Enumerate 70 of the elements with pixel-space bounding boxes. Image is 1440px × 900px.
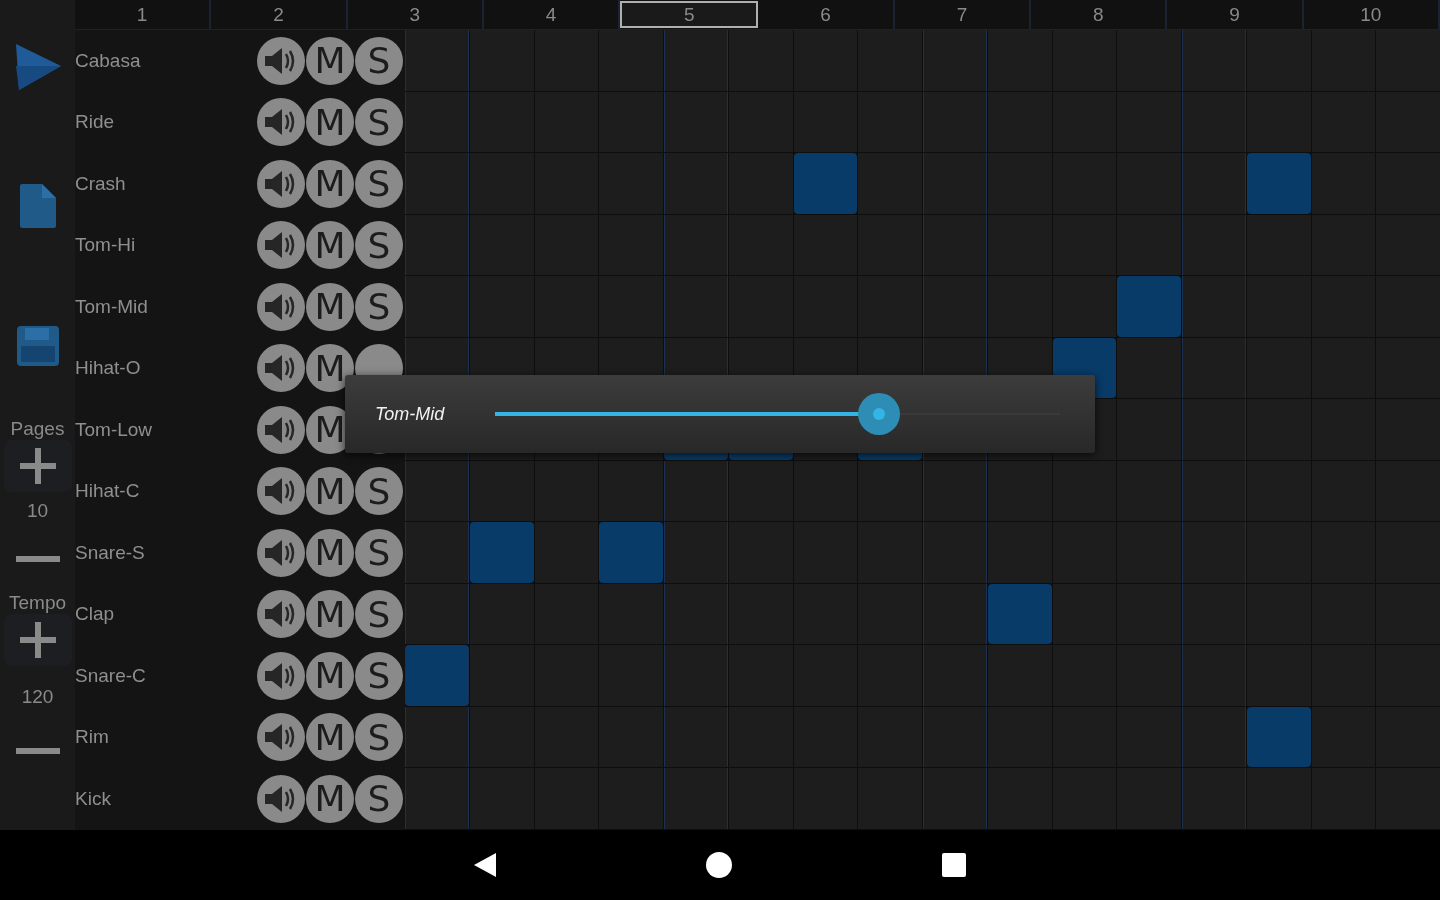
- mute-button[interactable]: M: [306, 98, 354, 147]
- solo-button[interactable]: S: [355, 159, 403, 208]
- mute-button[interactable]: M: [306, 221, 354, 270]
- minus-icon[interactable]: [15, 748, 60, 754]
- volume-button[interactable]: [257, 159, 305, 208]
- solo-button[interactable]: S: [355, 590, 403, 639]
- mute-button[interactable]: M: [306, 713, 354, 762]
- track-name: Crash: [75, 171, 127, 196]
- mute-button[interactable]: M: [306, 590, 354, 639]
- track-name: Tom-Hi: [75, 233, 137, 258]
- track-name: Kick: [75, 786, 112, 811]
- solo-button[interactable]: S: [355, 467, 403, 516]
- tempo-value: 120: [21, 686, 54, 708]
- solo-button[interactable]: S: [355, 221, 403, 270]
- volume-button[interactable]: [257, 713, 305, 762]
- volume-button[interactable]: [257, 651, 305, 700]
- track-label: Tom-Mid: [375, 403, 446, 425]
- mute-button[interactable]: M: [306, 159, 354, 208]
- page-tab[interactable]: 5: [620, 1, 759, 28]
- solo-button[interactable]: S: [355, 713, 403, 762]
- mute-button[interactable]: M: [306, 528, 354, 577]
- minus-icon[interactable]: [15, 556, 60, 562]
- mute-button[interactable]: M: [306, 467, 354, 516]
- solo-button[interactable]: S: [355, 98, 403, 147]
- volume-button[interactable]: [257, 221, 305, 270]
- track-name: Cabasa: [75, 48, 142, 73]
- recents-icon[interactable]: [942, 853, 966, 877]
- mute-button[interactable]: M: [306, 36, 354, 85]
- track-name: Snare-C: [75, 663, 147, 688]
- solo-button[interactable]: S: [355, 282, 403, 331]
- track-name: Tom-Mid: [75, 294, 149, 319]
- track-name: Snare-S: [75, 540, 146, 565]
- mute-button[interactable]: M: [306, 344, 354, 393]
- solo-button[interactable]: S: [355, 528, 403, 577]
- page-tab[interactable]: 1: [75, 0, 212, 29]
- page-tab[interactable]: 2: [211, 0, 348, 29]
- volume-button[interactable]: [257, 344, 305, 393]
- mute-button[interactable]: M: [306, 774, 354, 823]
- slider-thumb[interactable]: [858, 393, 901, 435]
- track-name: Hihat-C: [75, 479, 141, 504]
- file-icon[interactable]: [19, 184, 56, 228]
- solo-button[interactable]: S: [355, 774, 403, 823]
- volume-button[interactable]: [257, 36, 305, 85]
- track-name: Clap: [75, 602, 116, 627]
- home-icon[interactable]: [706, 852, 732, 878]
- pages-label: Pages: [10, 418, 65, 440]
- volume-button[interactable]: [257, 98, 305, 147]
- volume-button[interactable]: [257, 405, 305, 454]
- volume-button[interactable]: [257, 282, 305, 331]
- volume-slider[interactable]: [495, 392, 1060, 436]
- track-name: Rim: [75, 725, 110, 750]
- track-name: Ride: [75, 110, 116, 135]
- plus-icon: [19, 448, 56, 484]
- volume-button[interactable]: [257, 774, 305, 823]
- track-name: Hihat-O: [75, 356, 142, 381]
- mute-button[interactable]: M: [306, 282, 354, 331]
- volume-button[interactable]: [257, 590, 305, 639]
- solo-button[interactable]: S: [355, 651, 403, 700]
- track-name: Tom-Low: [75, 417, 154, 442]
- add-page-button[interactable]: [3, 440, 72, 492]
- mute-button[interactable]: M: [306, 651, 354, 700]
- tempo-up-button[interactable]: [3, 614, 72, 666]
- volume-button[interactable]: [257, 528, 305, 577]
- solo-button[interactable]: S: [355, 36, 403, 85]
- volume-button[interactable]: [257, 467, 305, 516]
- tempo-label: Tempo: [9, 592, 66, 614]
- pages-count: 10: [26, 500, 49, 522]
- plus-icon: [19, 622, 56, 658]
- save-icon[interactable]: [16, 326, 59, 366]
- back-icon[interactable]: [474, 853, 496, 877]
